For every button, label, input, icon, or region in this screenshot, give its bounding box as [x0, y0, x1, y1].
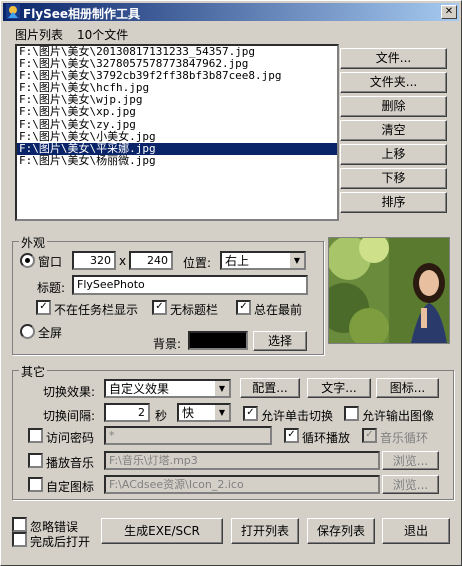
window-title: FlySee相册制作工具 — [23, 7, 141, 21]
ignore-errors-checkbox[interactable] — [12, 517, 27, 532]
no-taskbar-label: 不在任务栏显示 — [54, 303, 139, 317]
config-button[interactable]: 配置... — [240, 378, 300, 398]
custom-icon-checkbox[interactable] — [28, 477, 43, 492]
chevron-down-icon[interactable]: ▼ — [214, 405, 229, 420]
password-label: 访问密码 — [46, 431, 95, 445]
text-button[interactable]: 文字... — [307, 378, 371, 398]
chevron-down-icon[interactable]: ▼ — [289, 253, 304, 268]
chevron-down-icon[interactable]: ▼ — [214, 381, 229, 396]
topmost-label: 总在最前 — [254, 303, 303, 317]
file-count: 10个文件 — [77, 28, 129, 42]
caption-input[interactable]: FlySeePhoto — [72, 275, 308, 295]
speed-value: 快 — [182, 406, 195, 420]
add-file-button[interactable]: 文件... — [340, 48, 447, 69]
other-group-title: 其它 — [19, 363, 48, 380]
music-path-input[interactable]: F:\音乐\灯塔.mp3 — [104, 451, 380, 470]
password-checkbox[interactable] — [28, 428, 43, 443]
play-music-checkbox[interactable] — [28, 453, 43, 468]
switch-effect-select[interactable]: 自定义效果 ▼ — [104, 379, 231, 398]
interval-input[interactable]: 2 — [104, 403, 150, 422]
delete-button[interactable]: 删除 — [340, 96, 447, 117]
loop-play-checkbox[interactable]: ✓ — [284, 428, 299, 443]
x-label: x — [119, 254, 127, 268]
interval-label: 切换间隔: — [43, 409, 96, 423]
seconds-label: 秒 — [155, 409, 168, 423]
caption-label: 标题: — [37, 281, 66, 295]
preview-image — [328, 237, 450, 344]
width-input[interactable]: 320 — [72, 251, 116, 270]
move-down-button[interactable]: 下移 — [340, 168, 447, 189]
topmost-checkbox[interactable]: ✓ — [236, 300, 251, 315]
move-up-button[interactable]: 上移 — [340, 144, 447, 165]
browse-icon-button[interactable]: 浏览... — [382, 475, 439, 494]
background-color-swatch[interactable] — [188, 331, 248, 350]
no-titlebar-checkbox[interactable]: ✓ — [152, 300, 167, 315]
position-label: 位置: — [183, 256, 212, 270]
fullscreen-radio[interactable] — [20, 324, 35, 339]
list-item[interactable]: F:\图片\美女\xp.jpg — [17, 106, 337, 118]
app-icon — [6, 4, 20, 19]
no-taskbar-checkbox[interactable]: ✓ — [36, 300, 51, 315]
position-value: 右上 — [225, 254, 250, 268]
title-bar[interactable]: FlySee相册制作工具 ✕ — [3, 3, 459, 21]
list-item[interactable]: F:\图片\美女\小美女.jpg — [17, 130, 337, 143]
main-window: FlySee相册制作工具 ✕ 图片列表 10个文件 F:\图片\美女\20130… — [0, 0, 462, 566]
icon-button[interactable]: 图标... — [376, 378, 439, 398]
icon-path-input[interactable]: F:\ACdsee资源\Icon_2.ico — [104, 475, 380, 494]
exit-button[interactable]: 退出 — [382, 518, 450, 544]
sort-button[interactable]: 排序 — [340, 192, 447, 213]
no-titlebar-label: 无标题栏 — [170, 303, 219, 317]
switch-effect-value: 自定义效果 — [109, 382, 170, 396]
custom-icon-label: 自定图标 — [46, 480, 95, 494]
save-list-button[interactable]: 保存列表 — [307, 518, 375, 544]
height-input[interactable]: 240 — [129, 251, 173, 270]
fullscreen-label: 全屏 — [38, 326, 63, 340]
add-folder-button[interactable]: 文件夹... — [340, 72, 447, 93]
list-label: 图片列表 — [15, 28, 64, 42]
music-loop-checkbox[interactable]: ✓ — [362, 428, 377, 443]
file-list[interactable]: F:\图片\美女\20130817131233_54357.jpg F:\图片\… — [15, 44, 339, 221]
open-after-label: 完成后打开 — [30, 535, 91, 549]
generate-button[interactable]: 生成EXE/SCR — [101, 518, 223, 544]
open-after-checkbox[interactable] — [12, 532, 27, 547]
close-button[interactable]: ✕ — [441, 5, 457, 19]
clear-button[interactable]: 清空 — [340, 120, 447, 141]
music-loop-label: 音乐循环 — [380, 431, 429, 445]
allow-output-image-label: 允许输出图像 — [362, 409, 435, 423]
browse-music-button[interactable]: 浏览... — [382, 451, 439, 470]
window-mode-label: 窗口 — [38, 255, 63, 269]
allow-output-image-checkbox[interactable] — [344, 406, 359, 421]
list-item[interactable]: F:\图片\美女\杨丽微.jpg — [17, 154, 337, 167]
play-music-label: 播放音乐 — [46, 456, 95, 470]
loop-play-label: 循环播放 — [302, 431, 351, 445]
open-list-button[interactable]: 打开列表 — [231, 518, 299, 544]
choose-color-button[interactable]: 选择 — [253, 331, 307, 351]
list-item[interactable]: F:\图片\美女\zy.jpg — [17, 118, 337, 131]
window-mode-radio[interactable] — [20, 253, 35, 268]
allow-click-switch-label: 允许单击切换 — [261, 409, 334, 423]
allow-click-switch-checkbox[interactable]: ✓ — [243, 406, 258, 421]
switch-effect-label: 切换效果: — [43, 385, 96, 399]
position-select[interactable]: 右上 ▼ — [220, 251, 306, 270]
appearance-group-title: 外观 — [19, 234, 48, 251]
password-input[interactable]: * — [104, 426, 272, 445]
speed-select[interactable]: 快 ▼ — [177, 403, 231, 422]
background-label: 背景: — [153, 337, 182, 351]
